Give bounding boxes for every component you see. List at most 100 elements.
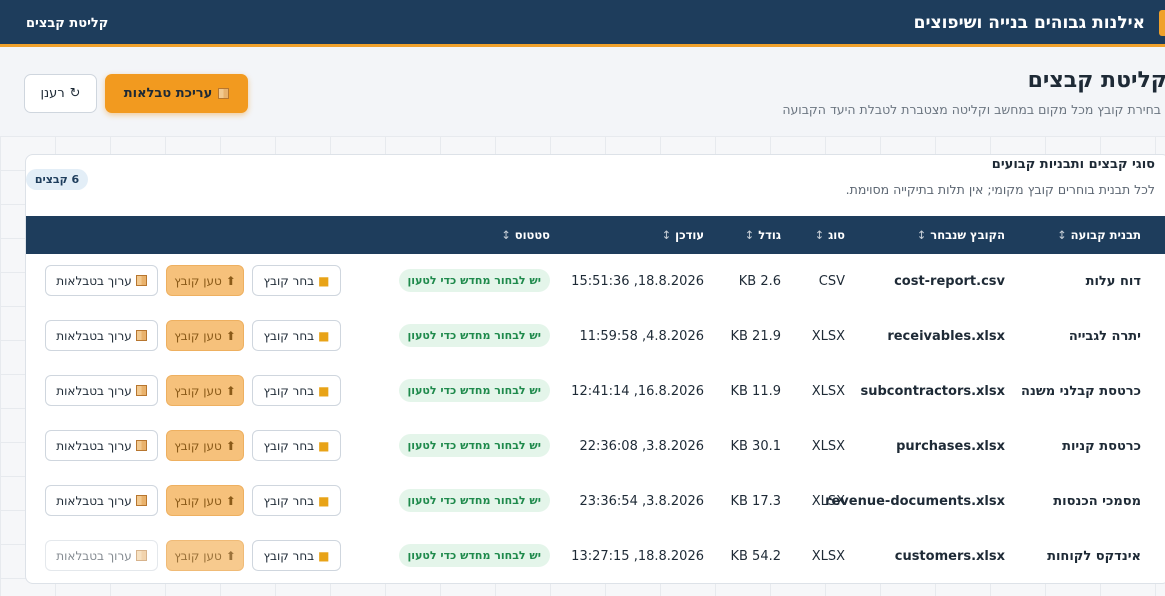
table-row: מסמכי הכנסות revenue-documents.xlsx XLSX 17…: [26, 474, 1165, 529]
column-header-file[interactable]: הקובץ שנבחר↕: [917, 216, 1005, 254]
choose-file-button[interactable]: ■ בחר קובץ: [252, 265, 341, 296]
load-file-label: טען קובץ: [174, 493, 222, 508]
selected-file-name: revenue-documents.xlsx: [825, 494, 1005, 509]
file-size: 30.1 KB: [730, 439, 781, 454]
table-icon: [135, 550, 147, 561]
updated-at: 18.8.2026, 13:27:15: [571, 549, 704, 564]
status-badge: יש לבחור מחדש כדי לטעון: [398, 434, 550, 457]
app-title: אילנות גבוהים בנייה ושיפוצים: [913, 13, 1145, 33]
edit-tables-button[interactable]: עריכת טבלאות: [105, 74, 248, 113]
page-subtitle: בחירת קובץ מכל מקום במחשב וקליטה מצטברת …: [782, 102, 1161, 117]
refresh-icon: ↻: [69, 86, 81, 101]
edit-in-tables-label: ערוך בטבלאות: [56, 383, 132, 398]
file-types-card: סוגי קבצים ותבניות קבועים לכל תבנית בוחר…: [25, 154, 1165, 584]
upload-arrow-icon: ⬆: [225, 383, 236, 398]
refresh-button[interactable]: ↻ רענן: [24, 74, 97, 113]
table-row: דוח עלות cost-report.csv CSV 2.6 KB 18.8.202…: [26, 254, 1165, 309]
file-type: XLSX: [811, 439, 845, 454]
updated-at: 3.8.2026, 22:36:08: [579, 439, 704, 454]
table-row: כרטסת קניות purchases.xlsx XLSX 30.1 KB 3.8.…: [26, 419, 1165, 474]
status-badge: יש לבחור מחדש כדי לטעון: [398, 379, 550, 402]
choose-file-label: בחר קובץ: [263, 273, 315, 288]
edit-in-tables-button[interactable]: ערוך בטבלאות: [45, 485, 158, 516]
status-badge: יש לבחור מחדש כדי לטעון: [398, 544, 550, 567]
status-badge: יש לבחור מחדש כדי לטעון: [398, 269, 550, 292]
folder-icon: ■: [318, 328, 330, 343]
load-file-label: טען קובץ: [174, 273, 222, 288]
load-file-button[interactable]: ⬆ טען קובץ: [166, 485, 244, 516]
edit-in-tables-label: ערוך בטבלאות: [56, 493, 132, 508]
edit-in-tables-button[interactable]: ערוך בטבלאות: [45, 540, 158, 571]
edit-in-tables-label: ערוך בטבלאות: [56, 328, 132, 343]
load-file-label: טען קובץ: [174, 383, 222, 398]
choose-file-label: בחר קובץ: [263, 548, 315, 563]
file-size: 54.2 KB: [730, 549, 781, 564]
column-header-template[interactable]: תבנית קבועה↕: [1057, 216, 1141, 254]
file-type: XLSX: [811, 549, 845, 564]
template-name: כרטסת קבלני משנה: [1021, 384, 1141, 399]
sort-icon: ↕: [1057, 228, 1067, 242]
template-name: דוח עלות: [1085, 274, 1141, 289]
file-size: 21.9 KB: [730, 329, 781, 344]
choose-file-label: בחר קובץ: [263, 493, 315, 508]
upload-arrow-icon: ⬆: [225, 438, 236, 453]
edit-in-tables-button[interactable]: ערוך בטבלאות: [45, 375, 158, 406]
sort-icon: ↕: [814, 228, 825, 242]
choose-file-button[interactable]: ■ בחר קובץ: [252, 485, 341, 516]
nav-link-file-import[interactable]: קליטת קבצים: [26, 0, 108, 47]
sort-icon: ↕: [744, 228, 755, 242]
template-name: מסמכי הכנסות: [1053, 494, 1141, 509]
files-count-badge: 6 קבצים: [26, 169, 88, 190]
choose-file-button[interactable]: ■ בחר קובץ: [252, 320, 341, 351]
column-header-type[interactable]: סוג↕: [814, 216, 845, 254]
folder-icon: ■: [318, 383, 330, 398]
sort-icon: ↕: [916, 228, 927, 242]
file-type: XLSX: [811, 384, 845, 399]
file-size: 11.9 KB: [730, 384, 781, 399]
load-file-label: טען קובץ: [174, 328, 222, 343]
load-file-button[interactable]: ⬆ טען קובץ: [166, 430, 244, 461]
table-icon: [135, 440, 147, 451]
updated-at: 3.8.2026, 23:36:54: [579, 494, 704, 509]
folder-icon: ■: [318, 548, 330, 563]
top-bar: אילנות גבוהים בנייה ושיפוצים קליטת קבצים: [0, 0, 1165, 47]
edit-in-tables-button[interactable]: ערוך בטבלאות: [45, 265, 158, 296]
choose-file-label: בחר קובץ: [263, 383, 315, 398]
template-name: כרטסת קניות: [1062, 439, 1141, 454]
table-header: תבנית קבועה↕ הקובץ שנבחר↕ סוג↕ גודל↕ עוד…: [26, 216, 1165, 254]
page-title: קליטת קבצים: [1027, 68, 1165, 93]
template-name: אינדקס לקוחות: [1047, 549, 1141, 564]
updated-at: 4.8.2026, 11:59:58: [579, 329, 704, 344]
file-size: 2.6 KB: [738, 274, 781, 289]
selected-file-name: subcontractors.xlsx: [860, 384, 1006, 399]
edit-in-tables-button[interactable]: ערוך בטבלאות: [45, 430, 158, 461]
file-type: XLSX: [811, 494, 845, 509]
updated-at: 16.8.2026, 12:41:14: [571, 384, 704, 399]
load-file-button[interactable]: ⬆ טען קובץ: [166, 265, 244, 296]
upload-arrow-icon: ⬆: [225, 328, 236, 343]
selected-file-name: cost-report.csv: [894, 274, 1005, 289]
table-icon: [135, 385, 147, 396]
load-file-button[interactable]: ⬆ טען קובץ: [166, 540, 244, 571]
status-badge: יש לבחור מחדש כדי לטעון: [398, 324, 550, 347]
column-header-status[interactable]: סטטוס↕: [501, 216, 550, 254]
folder-icon: ■: [318, 493, 330, 508]
table-row: אינדקס לקוחות customers.xlsx XLSX 54.2 KB 18…: [26, 529, 1165, 583]
load-file-button[interactable]: ⬆ טען קובץ: [166, 320, 244, 351]
table-row: כרטסת קבלני משנה subcontractors.xlsx XLSX 1…: [26, 364, 1165, 419]
choose-file-label: בחר קובץ: [263, 438, 315, 453]
load-file-button[interactable]: ⬆ טען קובץ: [166, 375, 244, 406]
sort-icon: ↕: [661, 228, 672, 242]
column-header-updated[interactable]: עודכן↕: [662, 216, 704, 254]
choose-file-button[interactable]: ■ בחר קובץ: [252, 540, 341, 571]
card-subtitle: לכל תבנית בוחרים קובץ מקומי; אין תלות בת…: [845, 182, 1155, 197]
upload-arrow-icon: ⬆: [225, 493, 236, 508]
status-badge: יש לבחור מחדש כדי לטעון: [398, 489, 550, 512]
edit-in-tables-button[interactable]: ערוך בטבלאות: [45, 320, 158, 351]
choose-file-label: בחר קובץ: [263, 328, 315, 343]
card-title: סוגי קבצים ותבניות קבועים: [991, 157, 1155, 172]
choose-file-button[interactable]: ■ בחר קובץ: [252, 375, 341, 406]
choose-file-button[interactable]: ■ בחר קובץ: [252, 430, 341, 461]
upload-arrow-icon: ⬆: [225, 548, 236, 563]
column-header-size[interactable]: גודל↕: [745, 216, 781, 254]
